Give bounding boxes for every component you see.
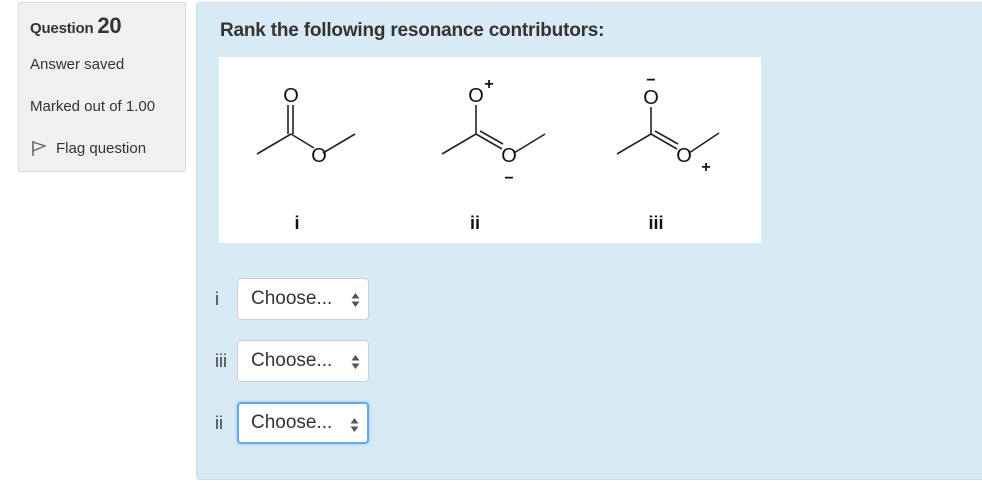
question-title: Question 20 [30, 13, 122, 39]
answer-label-i: i [215, 288, 219, 309]
structure-iii-label: iii [648, 213, 663, 233]
answer-row-ii: ii Choose... [215, 401, 369, 445]
answer-label-ii: ii [215, 412, 223, 433]
structure-iii-top-charge: − [646, 72, 655, 89]
structure-iii-ester-charge: + [701, 159, 710, 176]
structure-i-top-atom: O [283, 85, 299, 107]
question-prompt: Rank the following resonance contributor… [220, 20, 605, 41]
select-arrows-icon [351, 293, 360, 307]
answer-row-i: i Choose... [215, 277, 369, 321]
structure-iii [616, 107, 720, 155]
question-number: 20 [97, 13, 122, 38]
resonance-structures-image: O O i O + O − ii O − O + iii [219, 57, 761, 243]
answer-status: Answer saved [30, 56, 125, 73]
structure-i [256, 105, 356, 155]
structure-i-ester-atom: O [311, 145, 327, 167]
rank-select-i[interactable]: Choose... [237, 278, 369, 320]
marks-info: Marked out of 1.00 [30, 98, 156, 115]
structure-ii-top-atom: O [468, 85, 484, 107]
question-info-panel: Question 20 Answer saved Marked out of 1… [18, 2, 186, 172]
flag-question-label: Flag question [56, 139, 147, 157]
flag-icon [32, 141, 47, 156]
answer-label-iii: iii [215, 350, 227, 371]
answer-row-iii: iii Choose... [215, 339, 369, 383]
rank-select-ii[interactable]: Choose... [237, 402, 369, 444]
structure-ii-ester-atom: O [501, 145, 517, 167]
select-arrows-icon [350, 418, 359, 432]
rank-select-iii-value: Choose... [251, 350, 333, 371]
structure-ii-ester-charge: − [504, 170, 513, 187]
rank-select-i-value: Choose... [251, 288, 333, 309]
structure-ii-top-charge: + [484, 76, 493, 93]
question-content-panel: Rank the following resonance contributor… [196, 2, 982, 480]
structure-iii-top-atom: O [643, 87, 659, 109]
rank-select-iii[interactable]: Choose... [237, 340, 369, 382]
structure-ii-label: ii [470, 213, 480, 233]
rank-select-ii-value: Choose... [251, 412, 333, 433]
select-arrows-icon [351, 355, 360, 369]
question-label: Question [30, 20, 94, 37]
structure-i-label: i [294, 213, 299, 233]
structure-ii [441, 105, 546, 155]
structure-iii-ester-atom: O [676, 145, 692, 167]
flag-question-link[interactable]: Flag question [30, 139, 146, 157]
